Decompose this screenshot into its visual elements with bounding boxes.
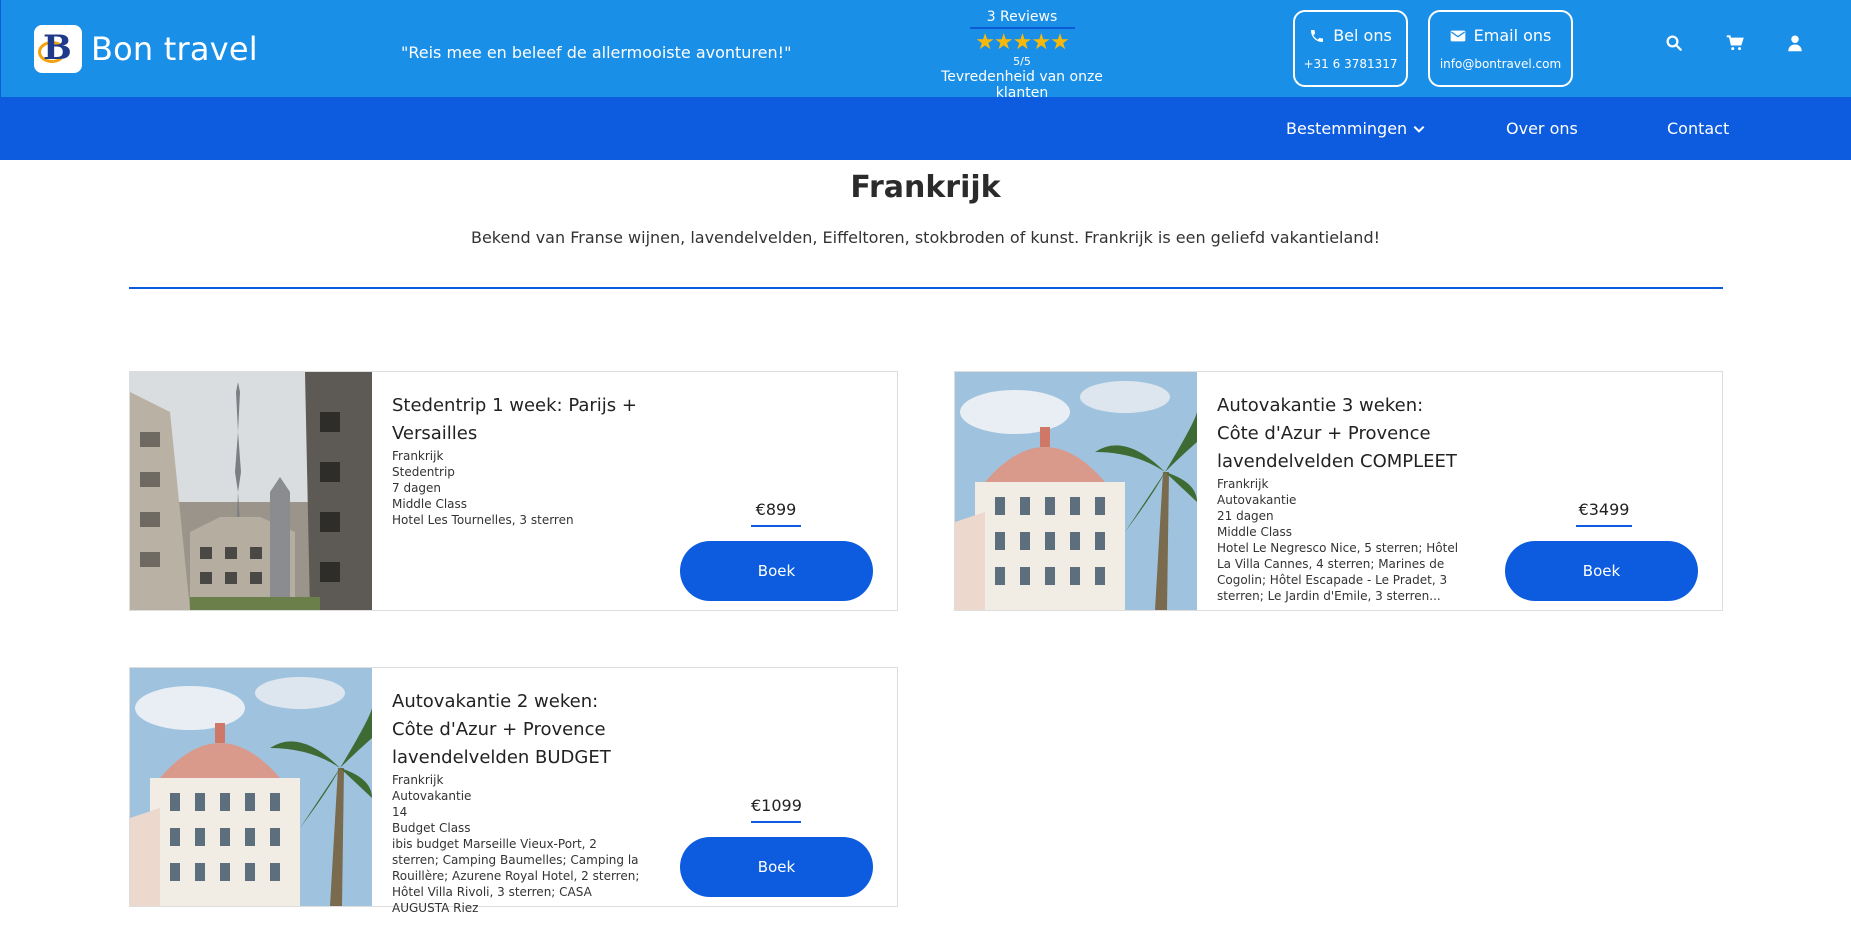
- top-header: B Bon travel "Reis mee en beleef de alle…: [0, 0, 1851, 101]
- nav-contact[interactable]: Contact: [1667, 119, 1729, 138]
- envelope-icon: [1450, 30, 1465, 41]
- trip-price: €1099: [751, 796, 802, 823]
- nav-destinations-dropdown[interactable]: Bestemmingen: [1286, 119, 1426, 138]
- trip-title[interactable]: Autovakantie 3 weken: Côte d'Azur + Prov…: [1217, 392, 1467, 476]
- nav-about-us[interactable]: Over ons: [1506, 119, 1578, 138]
- page-title: Frankrijk: [850, 170, 1001, 205]
- reviews-widget[interactable]: 3 Reviews ★★★★★ 5/5 Tevredenheid van onz…: [919, 6, 1125, 101]
- section-divider: [129, 287, 1723, 289]
- book-button[interactable]: Boek: [680, 541, 873, 601]
- trip-class: Middle Class: [1217, 525, 1293, 539]
- slogan: "Reis mee en beleef de allermooiste avon…: [401, 43, 792, 62]
- chevron-down-icon: [1413, 125, 1425, 133]
- trip-class: Budget Class: [392, 821, 471, 835]
- book-button[interactable]: Boek: [1505, 541, 1698, 601]
- rating-score: 5/5: [1013, 55, 1031, 68]
- user-icon[interactable]: [1786, 34, 1808, 56]
- trip-country: Frankrijk: [392, 449, 444, 463]
- trip-duration: 14: [392, 805, 408, 819]
- brand-logo-icon: B: [34, 25, 82, 73]
- trip-type: Autovakantie: [1217, 493, 1297, 507]
- trip-country: Frankrijk: [1217, 477, 1269, 491]
- trip-price: €3499: [1576, 500, 1632, 527]
- trip-card: Autovakantie 3 weken: Côte d'Azur + Prov…: [954, 371, 1723, 611]
- trip-title[interactable]: Autovakantie 2 weken: Côte d'Azur + Prov…: [392, 688, 642, 772]
- rating-stars-icon: ★★★★★: [975, 30, 1070, 55]
- trip-duration: 7 dagen: [392, 481, 442, 495]
- email-address: info@bontravel.com: [1439, 57, 1562, 71]
- page-intro: Bekend van Franse wijnen, lavendelvelden…: [470, 228, 1381, 247]
- trip-card: Stedentrip 1 week: Parijs + Versailles F…: [129, 371, 898, 611]
- trip-type: Autovakantie: [392, 789, 472, 803]
- nav-about-label: Over ons: [1506, 119, 1578, 138]
- paris-street-photo[interactable]: [130, 372, 372, 610]
- call-us-button[interactable]: Bel ons +31 6 3781317: [1293, 10, 1408, 87]
- call-us-label: Bel ons: [1333, 26, 1392, 45]
- brand-name: Bon travel: [91, 30, 258, 68]
- brand-logo-link[interactable]: B Bon travel: [34, 25, 258, 73]
- nice-hotel-photo[interactable]: [130, 668, 372, 906]
- main-navigation: Bestemmingen Over ons Contact: [0, 97, 1851, 160]
- trip-price: €899: [751, 500, 801, 527]
- phone-number: +31 6 3781317: [1303, 57, 1398, 71]
- reviews-count-link[interactable]: 3 Reviews: [969, 9, 1075, 29]
- search-icon[interactable]: [1665, 34, 1687, 56]
- nav-contact-label: Contact: [1667, 119, 1730, 138]
- email-us-label: Email ons: [1473, 26, 1552, 45]
- nav-destinations-label: Bestemmingen: [1286, 119, 1408, 138]
- nice-hotel-photo[interactable]: [955, 372, 1197, 610]
- trip-class: Middle Class: [392, 497, 468, 511]
- book-button[interactable]: Boek: [680, 837, 873, 897]
- cart-icon[interactable]: [1726, 34, 1748, 56]
- phone-icon: [1311, 29, 1324, 42]
- trip-title[interactable]: Stedentrip 1 week: Parijs + Versailles: [392, 392, 642, 448]
- trip-card: Autovakantie 2 weken: Côte d'Azur + Prov…: [129, 667, 898, 915]
- trip-duration: 21 dagen: [1217, 509, 1274, 523]
- trip-hotels: Hotel Le Negresco Nice, 5 sterren; Hôtel…: [1217, 541, 1459, 603]
- trip-hotels: Hotel Les Tournelles, 3 sterren: [392, 513, 574, 527]
- trip-country: Frankrijk: [392, 773, 444, 787]
- trip-type: Stedentrip: [392, 465, 455, 479]
- trip-hotels: ibis budget Marseille Vieux-Port, 2 ster…: [392, 837, 640, 915]
- email-us-button[interactable]: Email ons info@bontravel.com: [1428, 10, 1573, 87]
